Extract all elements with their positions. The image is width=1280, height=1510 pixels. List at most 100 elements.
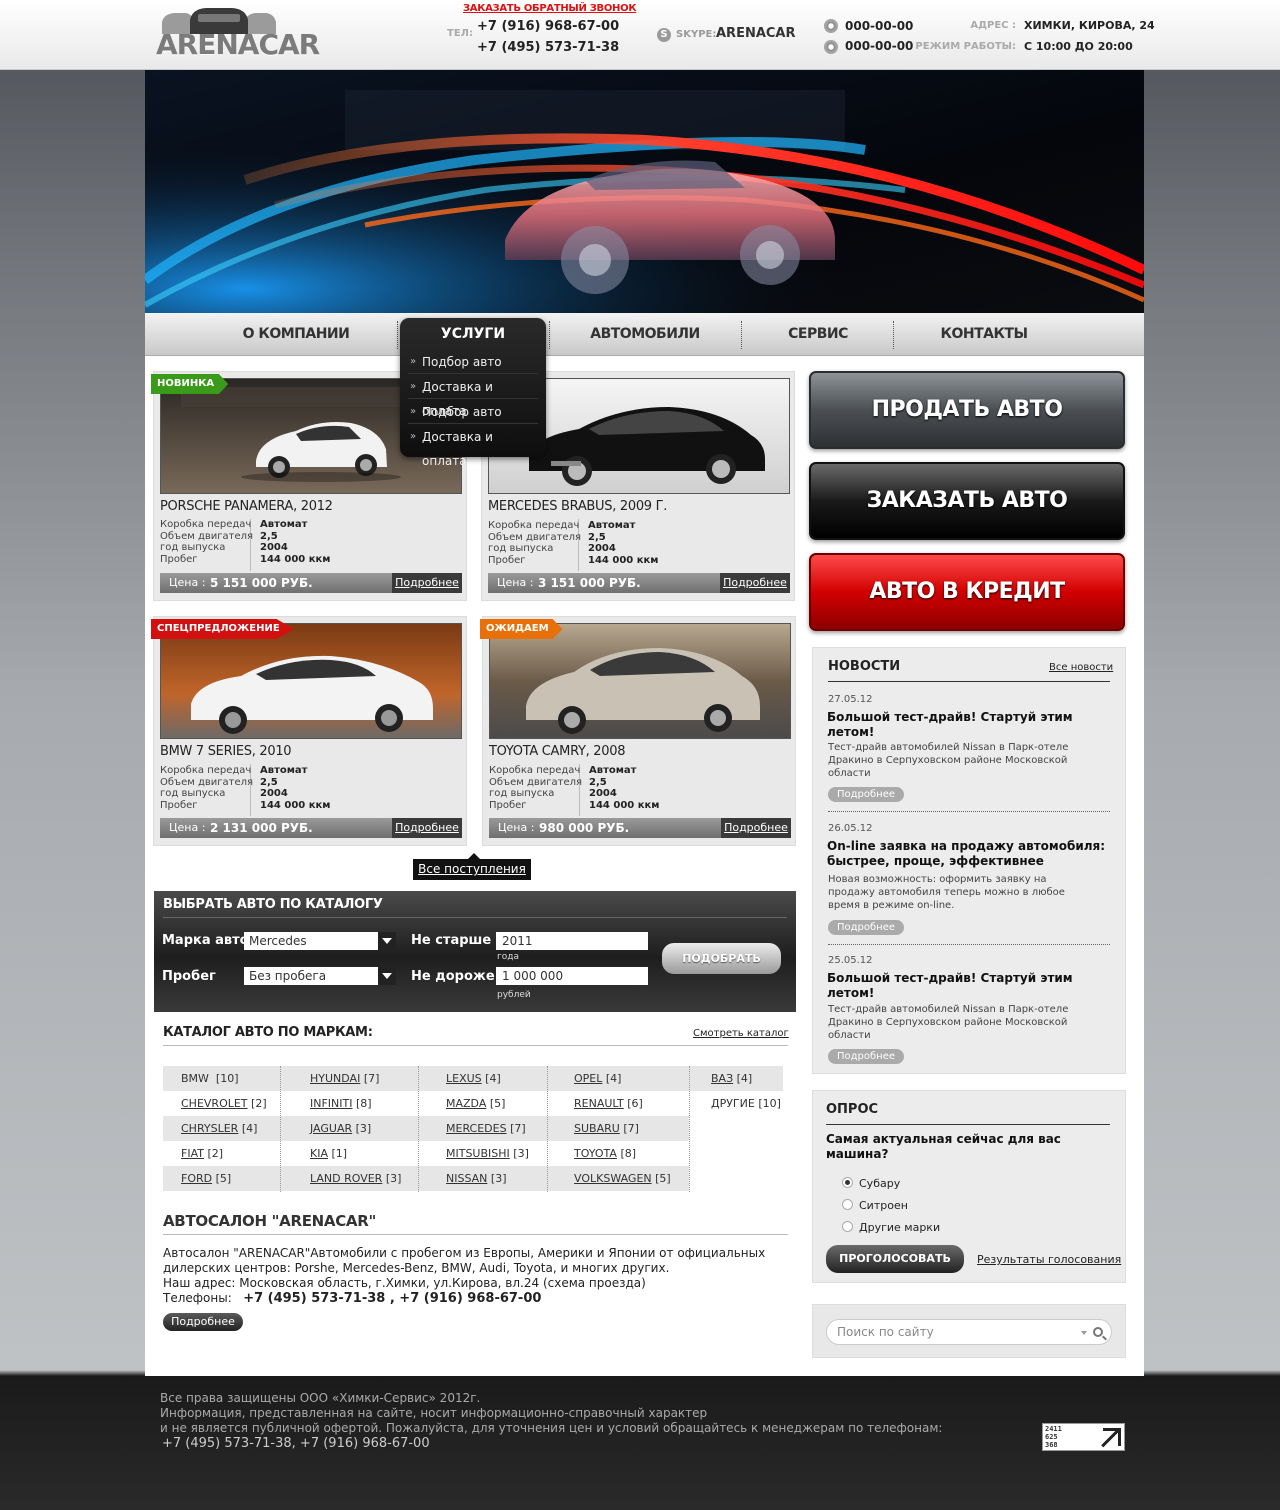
brand-link-lexus[interactable]: LEXUS [4] <box>446 1066 501 1091</box>
brand-count: [7] <box>623 1122 639 1135</box>
brand-link-opel[interactable]: OPEL [4] <box>574 1066 621 1091</box>
spec-label: Коробка передач <box>488 520 580 531</box>
search-input[interactable]: Поиск по сайту <box>826 1319 1112 1345</box>
bmw-photo <box>161 624 461 738</box>
callback-link[interactable]: ЗАКАЗАТЬ ОБРАТНЫЙ ЗВОНОК <box>463 3 637 14</box>
price-label: Цена : <box>169 576 206 589</box>
poll-results-link[interactable]: Результаты голосования <box>977 1253 1121 1266</box>
brand-link-chrysler[interactable]: CHRYSLER [4] <box>181 1116 257 1141</box>
brand-link-hyundai[interactable]: HYUNDAI [7] <box>310 1066 379 1091</box>
brand-link-ford[interactable]: FORD [5] <box>181 1166 231 1191</box>
car-photo[interactable] <box>160 623 462 739</box>
brand-link-bmw[interactable]: BMW [10] <box>181 1066 239 1091</box>
brand-select[interactable]: Mercedes <box>244 932 396 950</box>
price-bar: Цена : 2 131 000 РУБ. Подробнее <box>160 818 462 838</box>
search-icon[interactable] <box>1093 1327 1103 1337</box>
site-logo[interactable]: ARENACAR <box>156 8 320 60</box>
spec-label: Объем двигателя <box>160 531 254 542</box>
counter-value: 368 <box>1045 1441 1058 1449</box>
about-more-button[interactable]: Подробнее <box>163 1313 243 1331</box>
poll-radio-subaru[interactable] <box>842 1177 853 1188</box>
submenu-item[interactable]: Подбор авто <box>408 350 538 374</box>
news-more-button[interactable]: Подробнее <box>828 920 904 935</box>
submenu-item[interactable]: Доставка и оплата <box>408 425 538 468</box>
brand-count: [4] <box>736 1072 753 1085</box>
icq-flower-icon <box>824 19 838 33</box>
brand-link-fiat[interactable]: FIAT [2] <box>181 1141 223 1166</box>
car-photo[interactable] <box>489 623 791 739</box>
brand-link-subaru[interactable]: SUBARU [7] <box>574 1116 639 1141</box>
news-headline[interactable]: Большой тест-драйв! Стартуй этим летом! <box>827 971 1109 1001</box>
brand-name: NISSAN <box>446 1172 488 1185</box>
news-excerpt: Тест-драйв автомобилей Nissan в Парк-оте… <box>828 1004 1069 1041</box>
all-news-link[interactable]: Все новости <box>1049 662 1113 673</box>
news-more-button[interactable]: Подробнее <box>828 1049 904 1064</box>
search-placeholder: Поиск по сайту <box>837 1325 934 1339</box>
brand-link-vaz[interactable]: ВАЗ [4] <box>711 1066 752 1091</box>
brand-name: MERCEDES <box>446 1122 507 1135</box>
brand-link-chevrolet[interactable]: CHEVROLET [2] <box>181 1091 267 1116</box>
nav-item-contacts[interactable]: КОНТАКТЫ <box>921 313 1047 356</box>
brand-count: [4] <box>241 1122 258 1135</box>
brand-count: [2] <box>207 1147 224 1160</box>
visit-counter-badge[interactable]: 2411 625 368 <box>1042 1423 1125 1451</box>
age-input[interactable]: 2011 <box>496 932 648 950</box>
brand-link-mitsubishi[interactable]: MITSUBISHI [3] <box>446 1141 529 1166</box>
price-limit-input[interactable]: 1 000 000 <box>496 967 648 985</box>
brand-link-toyota[interactable]: TOYOTA [8] <box>574 1141 636 1166</box>
details-link[interactable]: Подробнее <box>392 573 462 593</box>
order-car-button[interactable]: ЗАКАЗАТЬ АВТО <box>809 462 1125 540</box>
news-more-button[interactable]: Подробнее <box>828 787 904 802</box>
news-headline[interactable]: On-line заявка на продажу автомобиля: бы… <box>827 839 1109 869</box>
details-link[interactable]: Подробнее <box>720 573 790 593</box>
poll-radio-citroen[interactable] <box>842 1199 853 1210</box>
nav-item-cars[interactable]: АВТОМОБИЛИ <box>575 313 715 356</box>
news-headline[interactable]: Большой тест-драйв! Стартуй этим летом! <box>827 710 1109 740</box>
car-title: MERCEDES BRABUS, 2009 Г. <box>488 499 668 514</box>
brand-count: [6] <box>627 1097 643 1110</box>
brand-name: JAGUAR <box>310 1122 353 1135</box>
view-catalog-link[interactable]: Смотреть каталог <box>693 1028 789 1039</box>
all-arrivals-link[interactable]: Все поступления <box>413 853 531 880</box>
phone-secondary: +7 (495) 573-71-38 <box>477 40 620 55</box>
nav-item-service[interactable]: СЕРВИС <box>765 313 871 356</box>
brand-link-volkswagen[interactable]: VOLKSWAGEN [5] <box>574 1166 671 1191</box>
poll-option-label[interactable]: Ситроен <box>859 1199 908 1212</box>
brand-link-nissan[interactable]: NISSAN [3] <box>446 1166 507 1191</box>
car-credit-button[interactable]: АВТО В КРЕДИТ <box>809 553 1125 631</box>
nav-item-services[interactable]: УСЛУГИ <box>400 318 546 350</box>
details-link[interactable]: Подробнее <box>392 818 462 838</box>
spec-value: 2004 <box>588 543 616 554</box>
about-title: АВТОСАЛОН "ARENACAR" <box>163 1212 376 1230</box>
brand-link-mazda[interactable]: MAZDA [5] <box>446 1091 505 1116</box>
submenu-item[interactable]: Подбор авто <box>408 400 538 424</box>
poll-option-label[interactable]: Другие марки <box>859 1221 940 1234</box>
brand-count: [10] <box>215 1072 239 1085</box>
brand-link-other[interactable]: ДРУГИЕ [10] <box>711 1091 781 1116</box>
brand-name: BMW <box>181 1072 209 1085</box>
brand-link-land-rover[interactable]: LAND ROVER [3] <box>310 1166 401 1191</box>
finder-title: ВЫБРАТЬ АВТО ПО КАТАЛОГУ <box>163 897 383 912</box>
brand-link-jaguar[interactable]: JAGUAR [3] <box>310 1116 371 1141</box>
nav-item-about[interactable]: О КОМПАНИИ <box>233 313 359 356</box>
nav-divider <box>397 321 398 349</box>
details-link[interactable]: Подробнее <box>721 818 791 838</box>
mileage-select[interactable]: Без пробега <box>244 967 396 985</box>
vote-button[interactable]: ПРОГОЛОСОВАТЬ <box>826 1245 964 1273</box>
poll-option-label[interactable]: Субару <box>859 1177 900 1190</box>
sell-car-button[interactable]: ПРОДАТЬ АВТО <box>809 371 1125 449</box>
brand-link-kia[interactable]: KIA [1] <box>310 1141 347 1166</box>
brand-link-mercedes[interactable]: MERCEDES [7] <box>446 1116 526 1141</box>
spec-value: 2,5 <box>260 531 278 542</box>
price-limit-label: Не дороже <box>411 969 495 984</box>
find-button[interactable]: ПОДОБРАТЬ <box>662 943 781 974</box>
spec-label: Коробка передач <box>160 519 252 530</box>
counter-value: 625 <box>1045 1433 1058 1441</box>
news-date: 25.05.12 <box>828 955 873 966</box>
poll-radio-other[interactable] <box>842 1221 853 1232</box>
submenu-item[interactable]: Доставка и оплата <box>408 375 538 418</box>
search-dropdown-icon[interactable] <box>1081 1331 1087 1338</box>
brand-link-infiniti[interactable]: INFINITI [8] <box>310 1091 372 1116</box>
brand-link-renault[interactable]: RENAULT [6] <box>574 1091 643 1116</box>
brand-name: FIAT <box>181 1147 204 1160</box>
